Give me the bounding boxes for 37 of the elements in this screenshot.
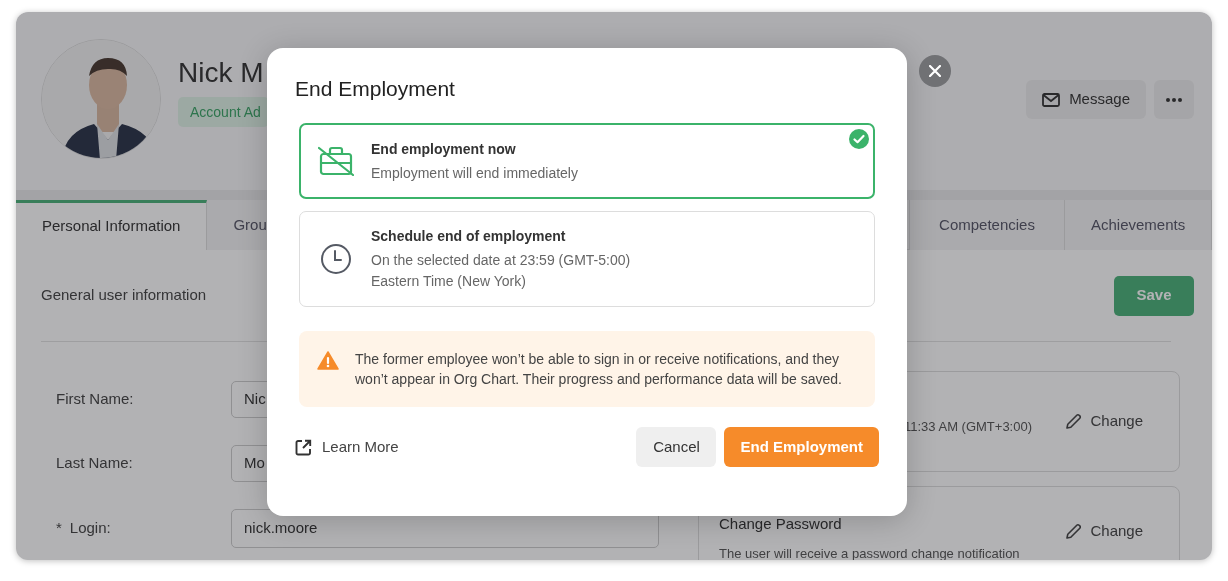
option-card[interactable]: End employment now Employment will end immediately (299, 123, 875, 200)
clock-icon (320, 243, 352, 276)
required-mark: * (56, 518, 62, 539)
more-icon (1166, 97, 1182, 102)
pencil-icon (1065, 413, 1083, 430)
tab[interactable]: Achievements (1065, 200, 1212, 250)
learn-more-link[interactable]: Learn More (295, 435, 399, 459)
panel-title: Change Password (719, 514, 843, 534)
panel-detail: The user will receive a password change notification (719, 544, 1020, 560)
option-title: End employment now (371, 139, 517, 159)
more-button[interactable] (1154, 80, 1194, 119)
warning-text: The former employee won’t be able to sign in or receive notifications, and they won’t appear in Org Chart. Their progress and performance data will be saved. (355, 350, 843, 390)
warning-icon (317, 351, 339, 371)
person-name: Nick M (178, 59, 265, 87)
option-description: Employment will end immediately (371, 163, 578, 183)
tab[interactable]: Personal Information (16, 200, 208, 250)
envelope-icon (1042, 92, 1061, 107)
external-link-icon (295, 438, 312, 456)
field-label: First Name: (56, 389, 134, 410)
change-button[interactable]: Change (1065, 410, 1143, 433)
option-description: On the selected date at 23:59 (GMT-5:00) (371, 251, 631, 271)
field-label: Last Name: (56, 453, 133, 474)
cancel-button[interactable]: Cancel (636, 427, 717, 468)
check-icon (849, 129, 869, 150)
message-button[interactable]: Message (1026, 80, 1146, 119)
close-icon (929, 65, 941, 77)
option-card[interactable]: Schedule end of employment On the selected date at 23:59 (GMT-5:00) Eastern Time (New York) (299, 211, 875, 308)
role-badge: Account Ad (178, 97, 269, 127)
option-title: Schedule end of employment (371, 227, 567, 247)
tab[interactable]: Competencies (910, 200, 1065, 250)
option-description: Eastern Time (New York) (371, 272, 527, 292)
section-title: General user information (41, 285, 207, 306)
briefcase-off-icon (318, 146, 354, 177)
pencil-icon (1065, 522, 1083, 540)
dialog-title: End Employment (295, 76, 456, 102)
field-label: Login: (69, 518, 111, 539)
change-button[interactable]: Change (1065, 519, 1143, 543)
